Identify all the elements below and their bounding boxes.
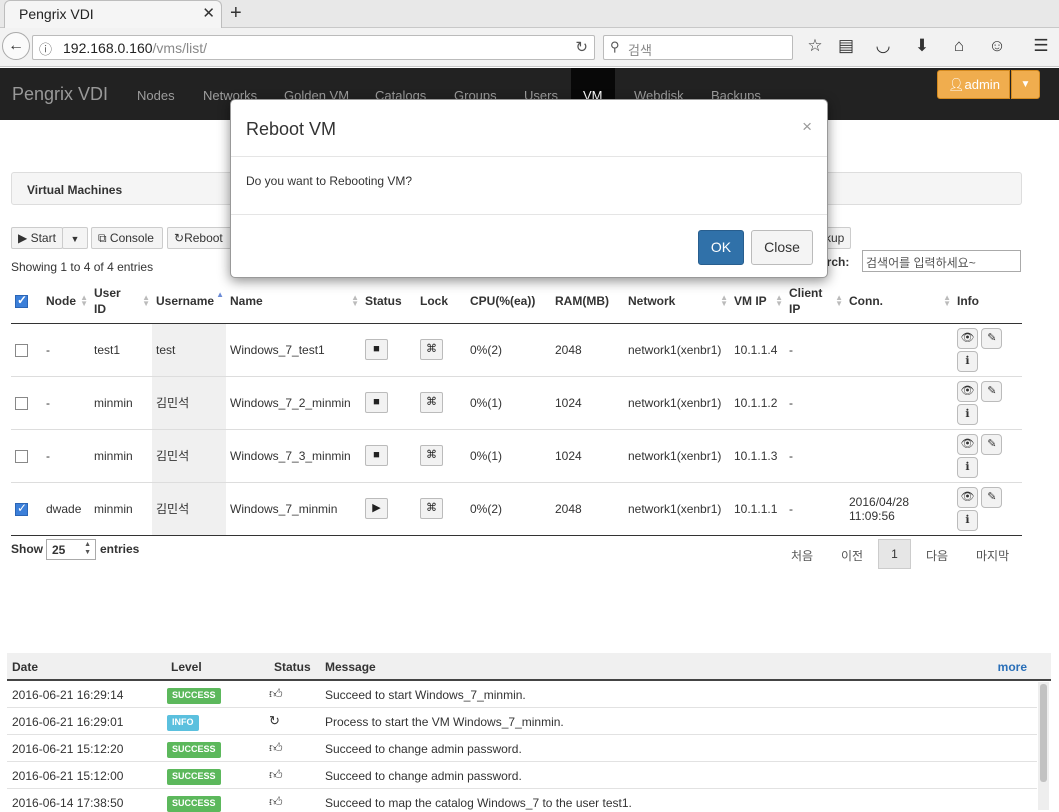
search-placeholder: 검색 (628, 43, 652, 58)
reboot-vm-dialog: Reboot VM × Do you want to Rebooting VM?… (230, 99, 828, 278)
modal-body: Do you want to Rebooting VM? (246, 174, 413, 188)
bookmark-star-icon[interactable]: ☆ (804, 36, 826, 56)
url-host: 192.168.0.160 (63, 40, 153, 56)
ok-button[interactable]: OK (698, 230, 744, 265)
tab-title: Pengrix VDI (19, 6, 94, 22)
modal-footer: OK Close (231, 214, 827, 278)
url-path: /vms/list/ (152, 40, 207, 56)
new-tab-icon[interactable]: + (230, 2, 242, 25)
download-icon[interactable]: ⬇ (911, 36, 933, 56)
browser-tab-bar: Pengrix VDI ✕ + (0, 0, 1059, 28)
url-bar[interactable]: ⓘ 192.168.0.160/vms/list/ ↻ (32, 35, 595, 60)
close-button[interactable]: Close (751, 230, 813, 265)
modal-title: Reboot VM (246, 119, 337, 139)
back-arrow-icon[interactable]: ← (2, 32, 30, 60)
close-icon[interactable]: ✕ (202, 4, 215, 22)
pocket-icon[interactable]: ◡ (872, 36, 894, 56)
reading-list-icon[interactable]: ▤ (835, 36, 857, 56)
browser-tab[interactable]: Pengrix VDI ✕ (4, 0, 222, 28)
reload-icon[interactable]: ↻ (575, 38, 588, 56)
modal-header: Reboot VM × (231, 100, 827, 157)
close-icon[interactable]: × (802, 117, 812, 137)
chat-icon[interactable]: ☺ (986, 36, 1008, 56)
browser-toolbar: ← ⓘ 192.168.0.160/vms/list/ ↻ ⚲ 검색 ☆ ▤ ◡… (0, 28, 1059, 67)
info-icon[interactable]: ⓘ (39, 39, 52, 58)
browser-search-input[interactable]: ⚲ 검색 (603, 35, 793, 60)
menu-icon[interactable]: ☰ (1030, 36, 1052, 56)
url-text: 192.168.0.160/vms/list/ (63, 40, 207, 56)
search-icon: ⚲ (610, 39, 620, 54)
home-icon[interactable]: ⌂ (948, 36, 970, 56)
